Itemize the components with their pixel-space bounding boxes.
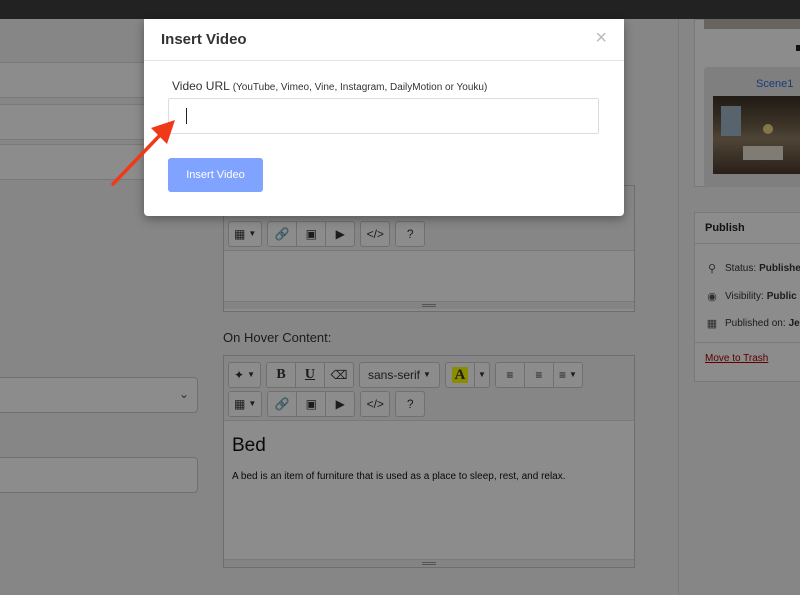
text-cursor: [186, 108, 187, 124]
top-bar: [0, 0, 800, 19]
video-url-input[interactable]: [168, 98, 599, 134]
close-icon[interactable]: ×: [595, 27, 607, 50]
field-hint: (YouTube, Vimeo, Vine, Instagram, DailyM…: [232, 82, 488, 93]
insert-video-modal: Insert Video × Video URL (YouTube, Vimeo…: [144, 19, 624, 216]
insert-video-button[interactable]: Insert Video: [168, 158, 263, 192]
field-label-text: Video URL: [172, 79, 230, 93]
video-url-label: Video URL (YouTube, Vimeo, Vine, Instagr…: [172, 79, 487, 93]
modal-header: Insert Video ×: [144, 19, 624, 61]
annotation-arrow-icon: [111, 120, 175, 186]
modal-title: Insert Video: [161, 31, 247, 48]
